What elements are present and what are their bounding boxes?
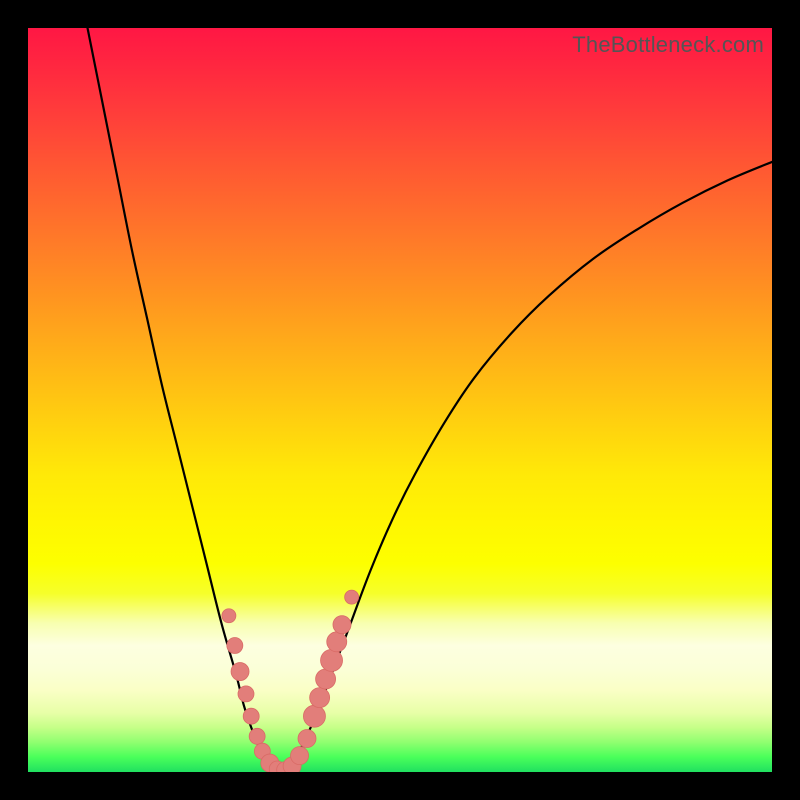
data-point [231,663,249,681]
data-point [310,688,330,708]
data-point [345,590,359,604]
data-point [316,669,336,689]
data-point [303,705,325,727]
data-point [327,632,347,652]
data-point [238,686,254,702]
data-point [243,708,259,724]
data-point [333,616,351,634]
curve-right-curve [281,162,772,772]
data-point [298,730,316,748]
plot-area: TheBottleneck.com [28,28,772,772]
points-group [222,590,359,772]
chart-outer-frame: TheBottleneck.com [0,0,800,800]
data-point [227,638,243,654]
chart-svg [28,28,772,772]
data-point [291,747,309,765]
data-point [321,649,343,671]
data-point [249,728,265,744]
data-point [222,609,236,623]
curve-left-curve [88,28,281,772]
series-group [88,28,772,772]
